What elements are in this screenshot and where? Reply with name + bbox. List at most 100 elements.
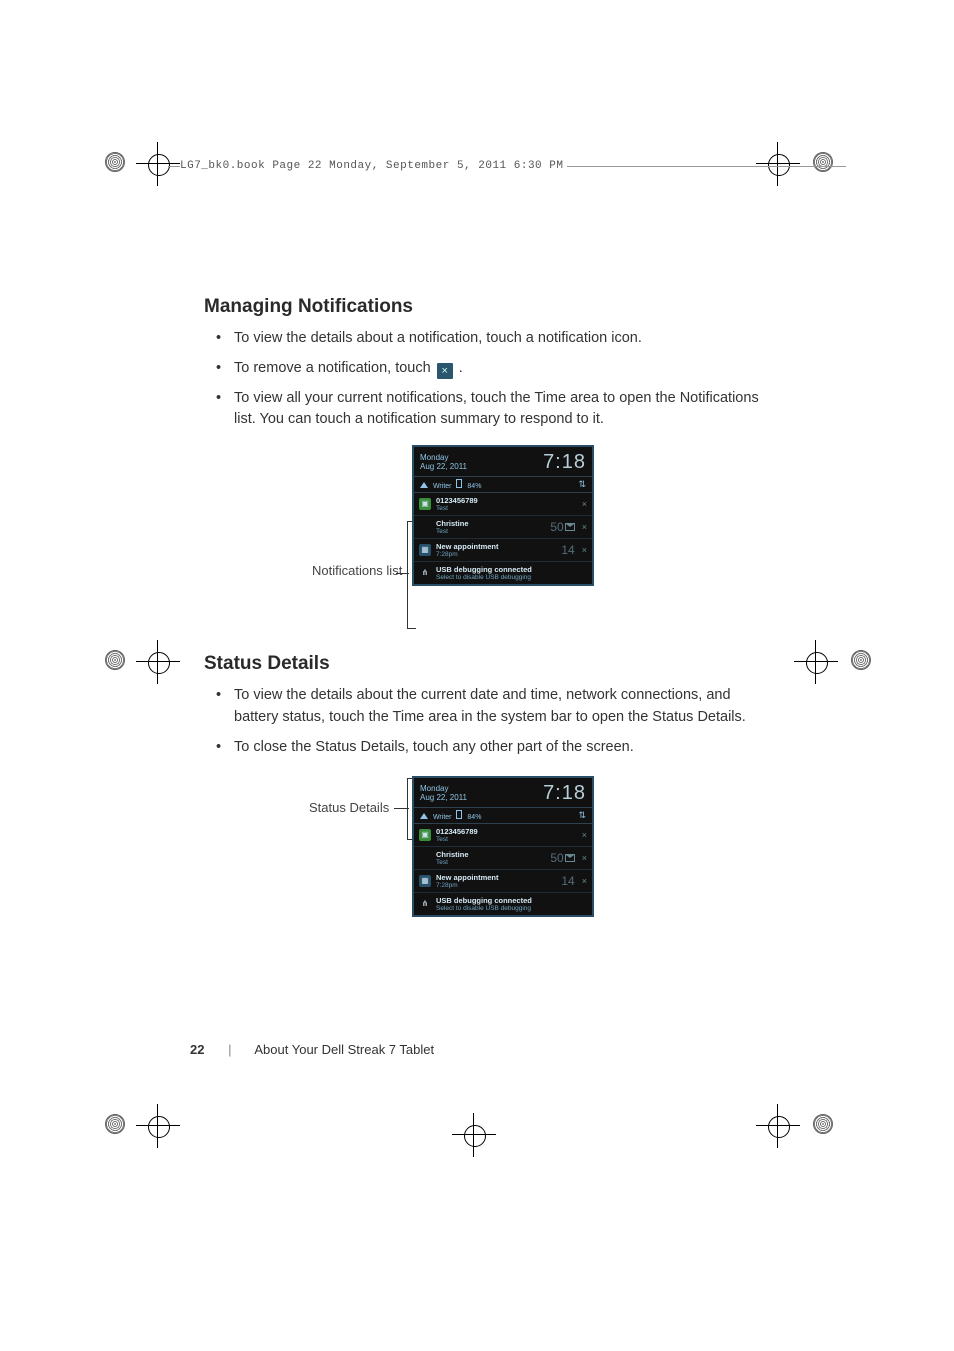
battery-pct: 84% <box>467 814 481 821</box>
panel-date: Monday Aug 22, 2011 <box>420 454 467 472</box>
bullet-item: To view the details about a notification… <box>234 328 764 350</box>
registration-mark-tl <box>136 142 180 186</box>
panel-date: Monday Aug 22, 2011 <box>420 785 467 803</box>
dismiss-icon: × <box>582 830 587 840</box>
mail-icon <box>565 854 575 862</box>
bullet-item: To view all your current notifications, … <box>234 388 764 432</box>
footer-chapter: About Your Dell Streak 7 Tablet <box>254 1042 434 1057</box>
dismiss-icon: × <box>582 522 587 532</box>
chat-icon: ▣ <box>419 498 431 510</box>
callout-text: Notifications list <box>312 563 402 578</box>
bullet-text-prefix: To remove a notification, touch <box>234 360 435 376</box>
panel-time: 7:18 <box>543 451 586 474</box>
battery-pct: 84% <box>467 483 481 490</box>
notification-row: ▣ 0123456789Test × <box>414 493 592 516</box>
page-number: 22 <box>190 1042 204 1057</box>
doc-source-header: LG7_bk0.book Page 22 Monday, September 5… <box>180 160 567 172</box>
notification-body: 0123456789Test <box>436 496 570 512</box>
bullet-text-suffix: . <box>459 360 463 376</box>
wifi-icon <box>420 482 428 488</box>
blank-icon <box>419 521 431 533</box>
bullet-item: To remove a notification, touch × . <box>234 358 764 380</box>
notification-body: New appointment7:28pm <box>436 542 556 558</box>
heading-status-details: Status Details <box>204 653 764 675</box>
notification-title: New appointment <box>436 542 556 551</box>
notification-subtitle: Test <box>436 859 545 866</box>
battery-icon <box>456 810 462 819</box>
bullet-list-1: To view the details about a notification… <box>204 328 764 431</box>
notification-title: USB debugging connected <box>436 896 575 905</box>
usb-icon: ⋔ <box>419 567 431 579</box>
figure-status-details-panel: Status Details Monday Aug 22, 2011 7:18 … <box>204 772 764 972</box>
registration-mark-ml <box>136 640 180 684</box>
notification-badge: 50 <box>550 520 574 534</box>
panel-fulldate: Aug 22, 2011 <box>420 794 467 803</box>
heading-managing-notifications: Managing Notifications <box>204 296 764 318</box>
notification-badge: 50 <box>550 851 574 865</box>
notification-title: 0123456789 <box>436 827 570 836</box>
registration-mark-mr <box>794 640 838 684</box>
notification-body: ChristineTest <box>436 850 545 866</box>
notification-body: New appointment7:28pm <box>436 873 556 889</box>
crop-disc-bl <box>105 1114 125 1134</box>
blank-icon <box>419 852 431 864</box>
registration-mark-b <box>452 1113 496 1157</box>
wifi-icon <box>420 813 428 819</box>
notification-title: Christine <box>436 519 545 528</box>
registration-mark-bl <box>136 1104 180 1148</box>
notification-title: USB debugging connected <box>436 565 575 574</box>
settings-slider-icon: ⇅ <box>578 810 586 821</box>
usb-icon: ⋔ <box>419 898 431 910</box>
notification-subtitle: Test <box>436 528 545 535</box>
notification-subtitle: Test <box>436 836 570 843</box>
notification-row: ChristineTest 50 × <box>414 516 592 539</box>
close-icon: × <box>437 363 453 379</box>
notification-subtitle: Select to disable USB debugging <box>436 905 575 912</box>
notification-badge: 14 <box>561 543 574 557</box>
panel-status-row: Writer 84% ⇅ <box>414 476 592 493</box>
notification-body: USB debugging connectedSelect to disable… <box>436 565 575 581</box>
crop-disc-tr <box>813 152 833 172</box>
notification-rows: ▣0123456789Test×ChristineTest50×▦New app… <box>414 493 592 584</box>
notification-row: ⋔ USB debugging connectedSelect to disabl… <box>414 893 592 915</box>
cal-icon: ▦ <box>419 544 431 556</box>
notification-subtitle: Test <box>436 505 570 512</box>
notification-badge: 14 <box>561 874 574 888</box>
figure-notifications-panel: Notifications list Monday Aug 22, 2011 7… <box>204 445 764 633</box>
notification-body: USB debugging connectedSelect to disable… <box>436 896 575 912</box>
registration-mark-br <box>756 1104 800 1148</box>
bullet-list-2: To view the details about the current da… <box>204 685 764 758</box>
bullet-item: To view the details about the current da… <box>234 685 764 729</box>
dismiss-icon: × <box>582 545 587 555</box>
dismiss-icon: × <box>582 876 587 886</box>
crop-disc-mr1 <box>851 650 871 670</box>
notification-subtitle: Select to disable USB debugging <box>436 574 575 581</box>
notification-row: ▦ New appointment7:28pm 14 × <box>414 870 592 893</box>
dismiss-icon: × <box>582 499 587 509</box>
chat-icon: ▣ <box>419 829 431 841</box>
notification-title: Christine <box>436 850 545 859</box>
notification-title: 0123456789 <box>436 496 570 505</box>
dismiss-icon: × <box>582 853 587 863</box>
notification-panel-screenshot: Monday Aug 22, 2011 7:18 Writer 84% ⇅ ▣ 0… <box>412 445 594 586</box>
network-name: Writer <box>433 483 452 490</box>
callout-status-details: Status Details <box>309 800 389 815</box>
status-panel-screenshot: Monday Aug 22, 2011 7:18 Writer 84% ⇅ ▣ 0… <box>412 776 594 917</box>
cal-icon: ▦ <box>419 875 431 887</box>
page-footer: 22 | About Your Dell Streak 7 Tablet <box>190 1042 434 1057</box>
panel-fulldate: Aug 22, 2011 <box>420 463 467 472</box>
callout-text: Status Details <box>309 800 389 815</box>
callout-notifications-list: Notifications list <box>312 563 402 579</box>
network-name: Writer <box>433 814 452 821</box>
notification-title: New appointment <box>436 873 556 882</box>
notification-rows: ▣0123456789Test×ChristineTest50×▦New app… <box>414 824 592 915</box>
notification-body: 0123456789Test <box>436 827 570 843</box>
notification-subtitle: 7:28pm <box>436 551 556 558</box>
notification-row: ▣ 0123456789Test × <box>414 824 592 847</box>
bullet-item: To close the Status Details, touch any o… <box>234 737 764 759</box>
panel-time: 7:18 <box>543 782 586 805</box>
settings-slider-icon: ⇅ <box>578 479 586 490</box>
crop-disc-ml1 <box>105 650 125 670</box>
footer-separator: | <box>228 1042 231 1057</box>
panel-status-row: Writer 84% ⇅ <box>414 807 592 824</box>
